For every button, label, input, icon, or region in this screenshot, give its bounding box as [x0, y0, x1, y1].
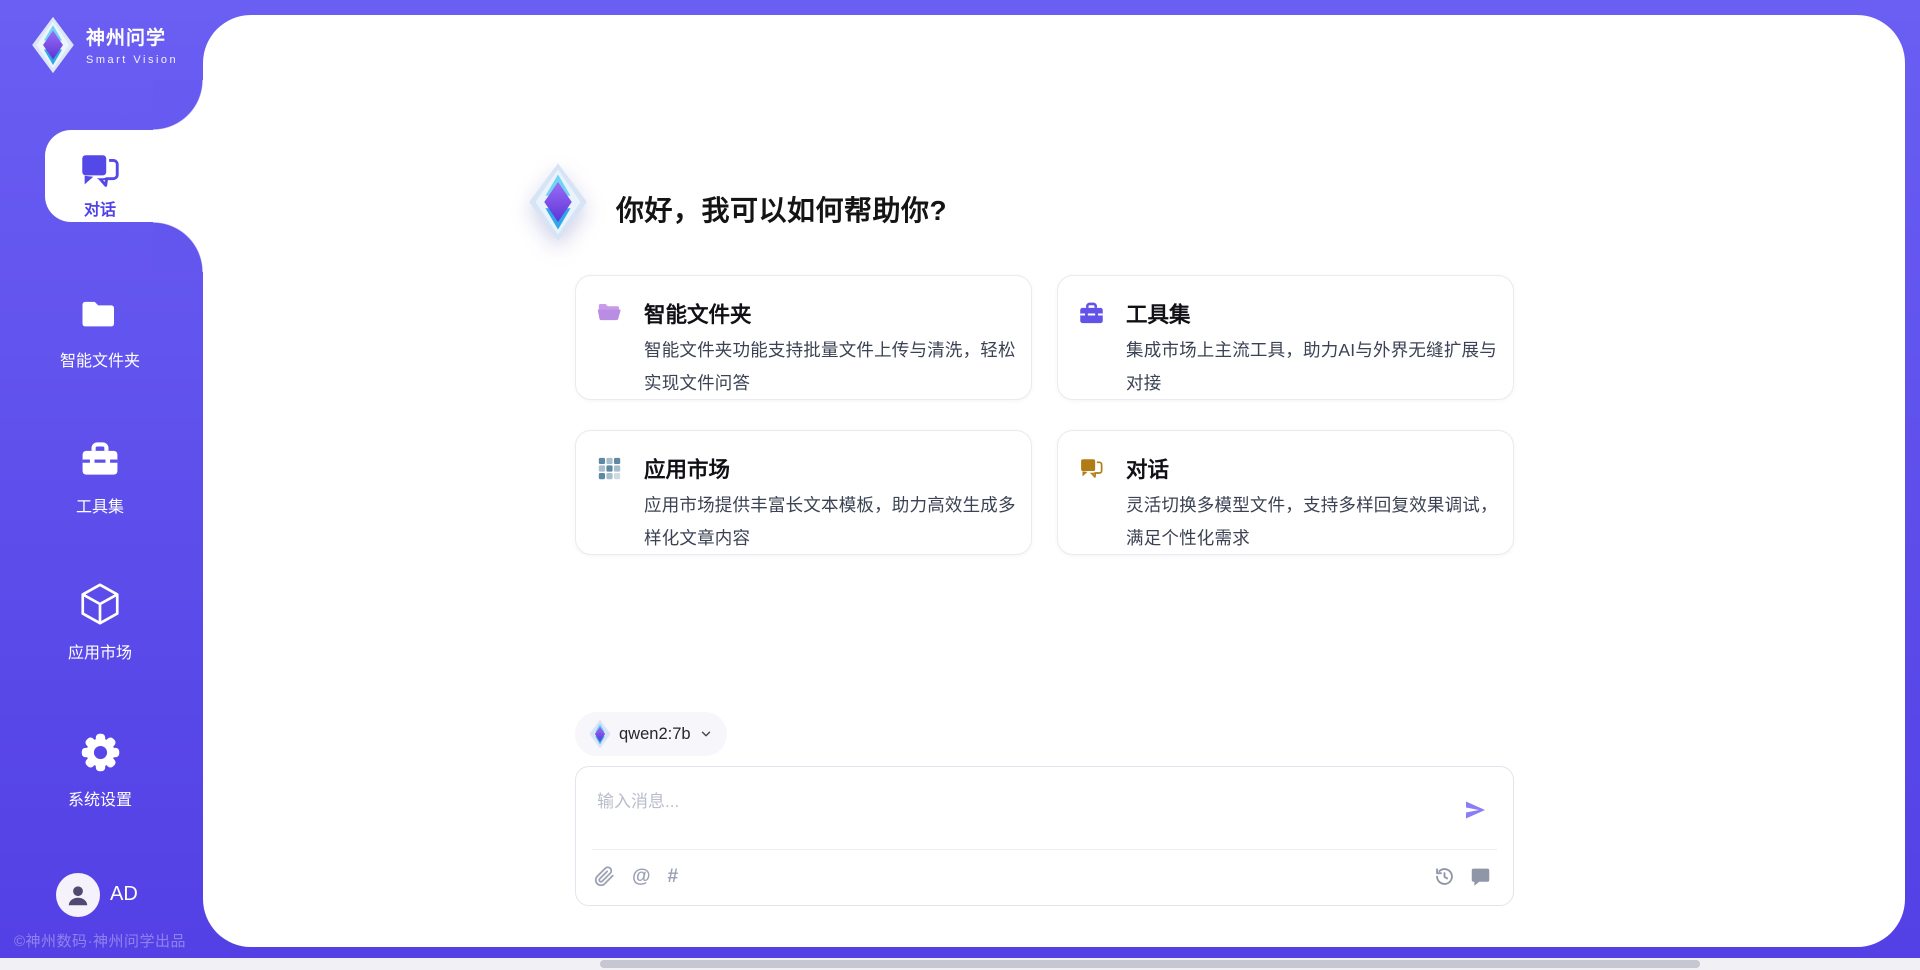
sidebar-item-folders[interactable]: 智能文件夹 [0, 294, 200, 371]
sidebar-item-market-label: 应用市场 [0, 639, 200, 663]
user-name: AD [110, 883, 138, 906]
sidebar-item-folders-label: 智能文件夹 [0, 347, 200, 371]
tab-fillet-top [153, 80, 203, 130]
brand-name: 神州问学 [86, 28, 166, 49]
chat-icon [1078, 455, 1105, 482]
cube-icon [77, 580, 123, 628]
card-chat[interactable]: 对话 灵活切换多模型文件，支持多样回复效果调试，满足个性化需求 [1057, 430, 1514, 555]
brand-logo-icon [30, 16, 76, 79]
toolbox-icon [1078, 300, 1105, 327]
copyright: ©神州数码·神州问学出品 [14, 930, 186, 951]
sidebar-item-toolbox-label: 工具集 [0, 493, 200, 517]
history-icon[interactable] [1434, 866, 1455, 887]
paperclip-icon[interactable] [594, 866, 615, 887]
sidebar-item-chat-label: 对话 [45, 196, 155, 220]
avatar[interactable] [56, 873, 100, 917]
card-desc: 灵活切换多模型文件，支持多样回复效果调试，满足个性化需求 [1126, 489, 1504, 555]
sidebar-item-settings-label: 系统设置 [0, 786, 200, 810]
hash-icon[interactable]: # [668, 866, 679, 887]
model-name: qwen2:7b [619, 725, 691, 744]
card-desc: 应用市场提供丰富长文本模板，助力高效生成多样化文章内容 [644, 489, 1022, 555]
send-icon[interactable] [1463, 798, 1487, 822]
toolbox-icon [78, 438, 122, 482]
grid-icon [596, 455, 623, 482]
person-icon [65, 882, 91, 908]
sidebar-item-settings[interactable]: 系统设置 [0, 730, 200, 810]
chat-icon [77, 148, 123, 194]
composer-divider [592, 849, 1497, 850]
card-desc: 智能文件夹功能支持批量文件上传与清洗，轻松实现文件问答 [644, 334, 1022, 400]
brand-subtitle: Smart Vision [86, 54, 178, 66]
horizontal-scrollbar-thumb[interactable] [600, 960, 1700, 968]
card-toolbox[interactable]: 工具集 集成市场上主流工具，助力AI与外界无缝扩展与对接 [1057, 275, 1514, 400]
card-title: 对话 [1126, 453, 1169, 484]
greeting-logo-icon [528, 162, 588, 247]
feature-cards: 智能文件夹 智能文件夹功能支持批量文件上传与清洗，轻松实现文件问答 工具集 集成… [575, 275, 1514, 555]
card-title: 应用市场 [644, 453, 730, 484]
model-selector[interactable]: qwen2:7b [575, 712, 727, 756]
model-logo-icon [589, 719, 611, 749]
brand: 神州问学 Smart Vision [30, 16, 178, 79]
message-input-placeholder: 输入消息... [597, 787, 679, 812]
greeting-text: 你好，我可以如何帮助你? [616, 189, 947, 229]
chevron-down-icon [699, 727, 713, 741]
chat-bubble-icon[interactable] [1470, 866, 1491, 887]
card-title: 智能文件夹 [644, 298, 752, 329]
message-input[interactable]: 输入消息... @ # [575, 766, 1514, 906]
card-desc: 集成市场上主流工具，助力AI与外界无缝扩展与对接 [1126, 334, 1504, 400]
card-smart-folder[interactable]: 智能文件夹 智能文件夹功能支持批量文件上传与清洗，轻松实现文件问答 [575, 275, 1032, 400]
sidebar-item-market[interactable]: 应用市场 [0, 580, 200, 663]
sidebar-item-toolbox[interactable]: 工具集 [0, 438, 200, 517]
card-app-market[interactable]: 应用市场 应用市场提供丰富长文本模板，助力高效生成多样化文章内容 [575, 430, 1032, 555]
gear-icon [78, 730, 123, 775]
tab-fillet-bottom [153, 222, 203, 272]
card-title: 工具集 [1126, 298, 1191, 329]
folder-open-icon [596, 300, 623, 327]
folder-icon [78, 294, 122, 336]
at-icon[interactable]: @ [632, 866, 651, 887]
